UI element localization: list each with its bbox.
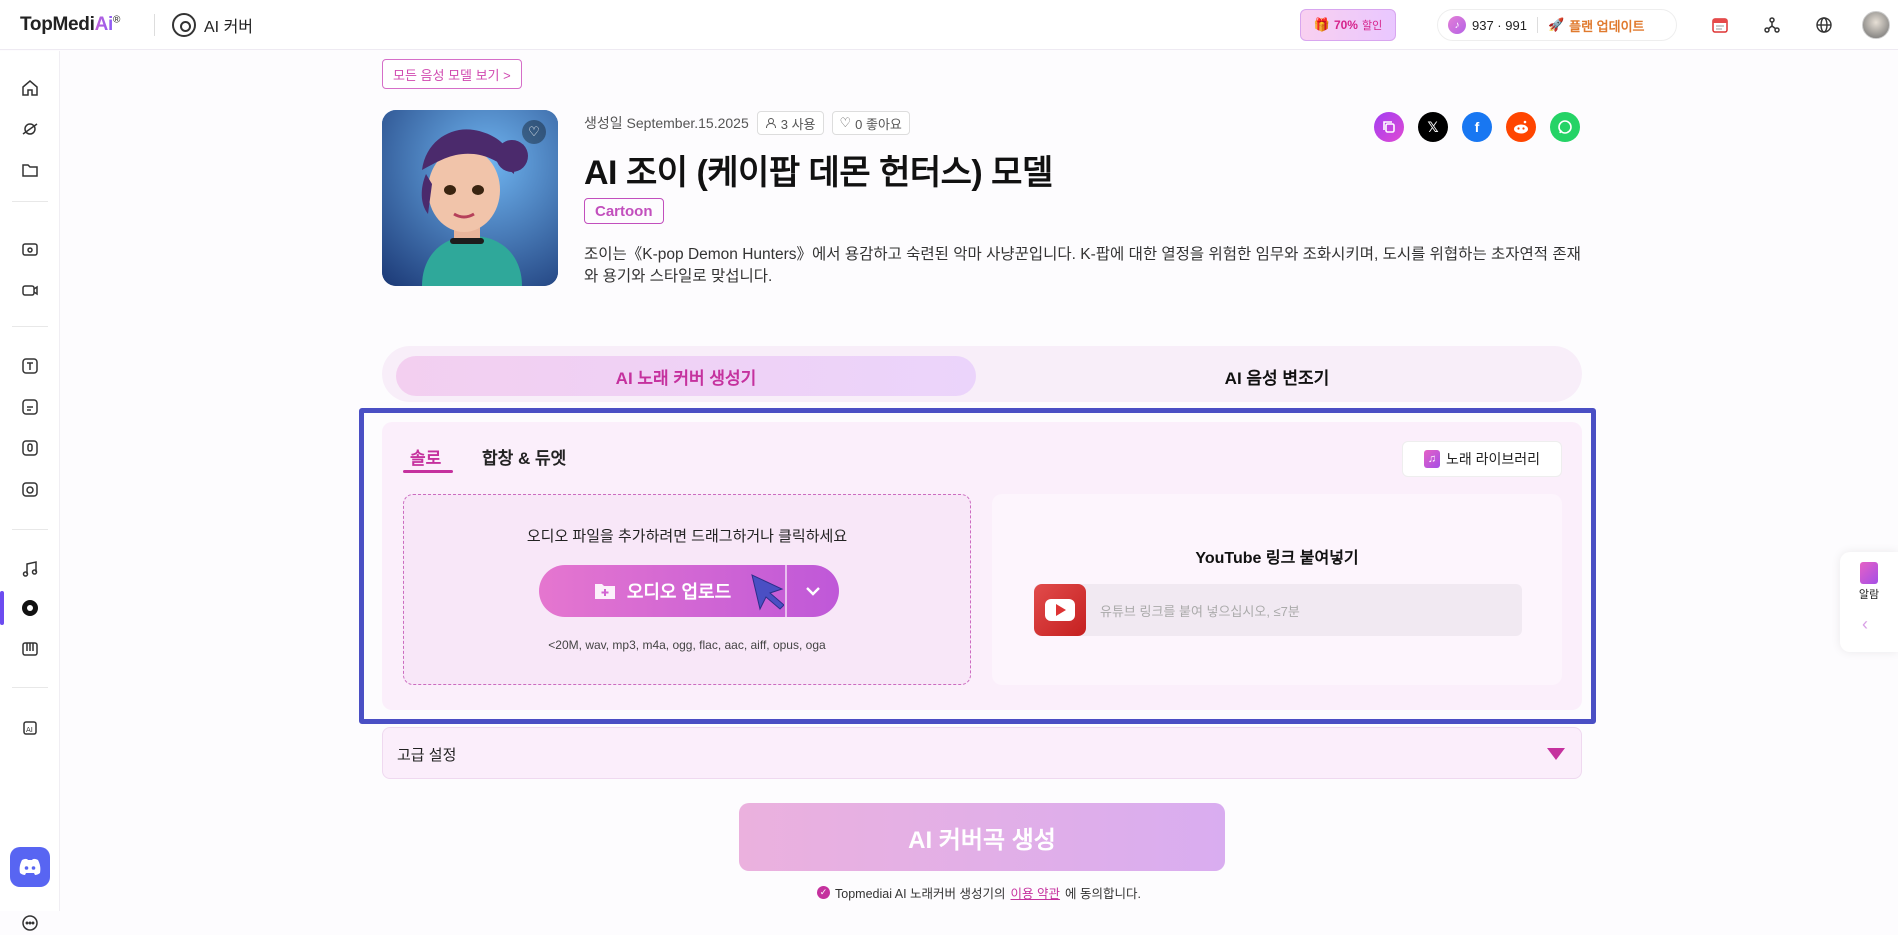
terms-agreement: ✓ Topmediai AI 노래커버 생성기의 이용 약관 에 동의합니다. [817, 883, 1141, 902]
speech-to-text-icon[interactable] [18, 395, 42, 419]
chat-icon[interactable] [18, 911, 42, 935]
image-music-icon[interactable] [18, 237, 42, 261]
discord-icon[interactable] [10, 847, 50, 887]
breadcrumb[interactable]: AI 커버 [172, 13, 253, 37]
checkmark-icon[interactable]: ✓ [817, 886, 830, 899]
advanced-settings-label: 고급 설정 [397, 747, 457, 764]
user-icon [765, 118, 776, 129]
header-divider [154, 14, 155, 36]
globe-icon[interactable] [1809, 10, 1839, 40]
terms-prefix: Topmediai AI 노래커버 생성기의 [835, 887, 1006, 901]
brand-reg: ® [113, 14, 121, 26]
music-note-icon[interactable] [18, 557, 42, 581]
credits-divider [1536, 17, 1538, 33]
all-voice-models-link[interactable]: 모든 음성 모델 보기 > [382, 59, 522, 89]
share-network-icon[interactable] [1757, 10, 1787, 40]
promo-percent: 70% [1333, 18, 1358, 32]
music-coin-icon: ♪ [1448, 16, 1466, 34]
terms-suffix: 에 동의합니다. [1065, 887, 1141, 901]
generator-tabs: AI 노래 커버 생성기 AI 음성 변조기 [382, 346, 1582, 402]
ai-tools-icon[interactable]: AI [18, 716, 42, 740]
notice-icon [1860, 562, 1878, 584]
model-description: 조이는《K-pop Demon Hunters》에서 용감하고 숙련된 악마 사… [584, 246, 1581, 285]
sidebar-divider [12, 326, 48, 327]
video-music-icon[interactable] [18, 278, 42, 302]
user-avatar[interactable] [1862, 11, 1890, 39]
whatsapp-icon[interactable] [1550, 112, 1580, 142]
uses-pill: 3 사용 [756, 111, 824, 135]
upgrade-link[interactable]: 🚀 플랜 업데이트 [1548, 16, 1645, 35]
disc-icon [172, 13, 196, 37]
rocket-icon: 🚀 [1547, 17, 1565, 32]
advanced-settings-toggle[interactable]: 고급 설정 [382, 727, 1582, 779]
brand-logo[interactable]: TopMediAi® [20, 14, 120, 36]
credit-count: 937 · 991 [1472, 17, 1527, 33]
sidebar-divider [12, 201, 48, 202]
text-to-speech-icon[interactable] [18, 354, 42, 378]
copy-link-icon[interactable] [1374, 112, 1404, 142]
generate-cover-button[interactable]: AI 커버곡 생성 [739, 803, 1225, 871]
facebook-icon[interactable]: f [1462, 112, 1492, 142]
voice-changer-icon[interactable] [18, 477, 42, 501]
top-bar: TopMediAi® AI 커버 🎁 70% 할인 ♪ 937 · 991 🚀 … [0, 0, 1898, 50]
heart-icon: ♡ [839, 115, 852, 130]
mouse-pointer-icon [750, 573, 785, 620]
brand-name: TopMedi [20, 14, 95, 35]
brand-ai: Ai [94, 14, 114, 35]
x-twitter-icon[interactable]: 𝕏 [1418, 112, 1448, 142]
ai-cover-disc-icon[interactable] [18, 596, 42, 620]
model-title: AI 조이 (케이팝 데몬 헌터스) 모델 [584, 154, 1053, 192]
floating-notice-panel[interactable]: 알람 ‹ [1840, 552, 1898, 652]
gift-icon: 🎁 [1313, 17, 1330, 32]
likes-count: 0 좋아요 [855, 116, 902, 132]
caret-down-icon [1547, 748, 1565, 760]
tab-ai-song-cover[interactable]: AI 노래 커버 생성기 [396, 356, 976, 396]
explore-icon[interactable] [18, 117, 42, 141]
reddit-icon[interactable] [1506, 112, 1536, 142]
section-title: AI 커버 [204, 19, 254, 36]
piano-icon[interactable] [18, 637, 42, 661]
favorite-heart-icon[interactable]: ♡ [522, 120, 546, 144]
credits-bar[interactable]: ♪ 937 · 991 🚀 플랜 업데이트 [1437, 9, 1677, 41]
left-sidebar: AI [0, 51, 60, 931]
home-icon[interactable] [18, 76, 42, 100]
svg-text:AI: AI [26, 726, 33, 734]
terms-link[interactable]: 이용 약관 [1011, 883, 1060, 902]
likes-pill[interactable]: ♡ 0 좋아요 [831, 111, 910, 135]
tab-ai-voice-changer[interactable]: AI 음성 변조기 [982, 356, 1572, 396]
sidebar-divider [12, 687, 48, 688]
model-meta: 생성일 September.15.2025 3 사용 ♡ 0 좋아요 [584, 111, 910, 135]
promo-text: 할인 [1361, 20, 1383, 32]
voice-clone-icon[interactable] [18, 436, 42, 460]
folder-icon[interactable] [18, 158, 42, 182]
sidebar-active-indicator [0, 591, 4, 625]
created-date: 생성일 September.15.2025 [584, 115, 749, 131]
sidebar-divider [12, 529, 48, 530]
notice-label: 알람 [1858, 589, 1880, 601]
promo-badge[interactable]: 🎁 70% 할인 [1300, 9, 1396, 41]
highlight-box [359, 408, 1596, 724]
calendar-icon[interactable] [1705, 10, 1735, 40]
uses-count: 3 사용 [780, 116, 816, 132]
chevron-left-icon[interactable]: ‹ [1862, 614, 1868, 635]
model-tag[interactable]: Cartoon [584, 198, 664, 224]
upgrade-label: 플랜 업데이트 [1569, 18, 1645, 34]
